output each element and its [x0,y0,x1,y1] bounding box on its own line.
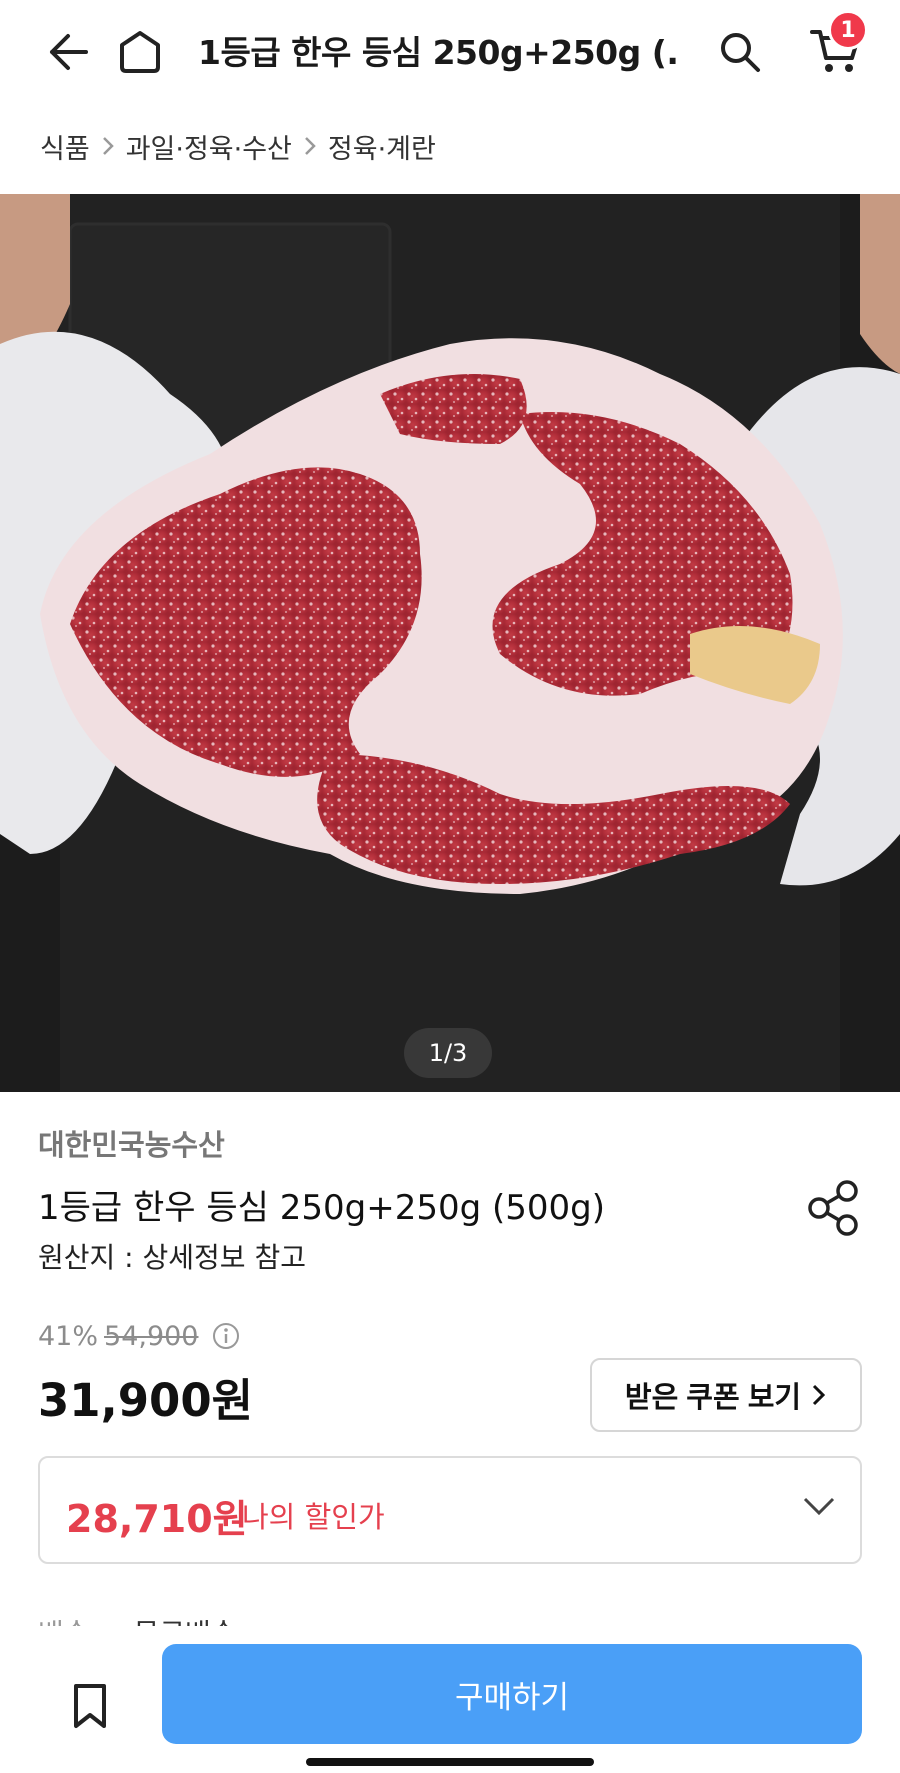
sale-price: 31,900원 [38,1374,254,1427]
page-title: 1등급 한우 등심 250g+250g (... [198,33,678,72]
origin-info: 원산지 : 상세정보 참고 [38,1241,306,1274]
discount-row: 41% 54,900 [38,1316,241,1356]
product-image-carousel[interactable] [0,194,900,1092]
bottom-action-bar: 구매하기 [0,1626,900,1773]
home-icon [120,31,160,73]
share-icon [808,1180,858,1236]
my-discount-price-label: 나의 할인가 [242,1500,385,1534]
home-indicator [306,1758,594,1766]
view-coupons-label: 받은 쿠폰 보기 [624,1382,802,1414]
search-icon [721,33,760,72]
product-name: 1등급 한우 등심 250g+250g (500g) [38,1188,605,1228]
original-price: 54,900 [104,1320,199,1352]
product-detail-page: 1등급 한우 등심 250g+250g (... 1 식품 과일·정육·수산 정… [0,0,900,1773]
chevron-right-icon [100,135,116,157]
breadcrumb-item-meat-eggs[interactable]: 정육·계란 [328,127,436,166]
my-discount-price: 28,710원 [66,1497,248,1541]
chevron-right-icon [302,135,318,157]
bookmark-icon [74,1684,106,1728]
share-button[interactable] [804,1176,864,1240]
chevron-down-icon [803,1497,835,1516]
discount-rate: 41% [38,1320,99,1352]
seller-name[interactable]: 대한민국농수산 [38,1122,225,1164]
search-button[interactable] [708,20,772,84]
bookmark-button[interactable] [58,1674,122,1738]
buy-button[interactable]: 구매하기 [162,1644,862,1744]
cart-count-badge: 1 [828,10,868,50]
back-button[interactable] [36,22,100,82]
home-button[interactable] [108,20,172,84]
breadcrumb-item-fruit-meat-seafood[interactable]: 과일·정육·수산 [126,127,292,166]
arrow-left-icon [50,34,88,70]
breadcrumb-item-food[interactable]: 식품 [40,127,90,166]
chevron-right-icon [813,1384,826,1406]
breadcrumb: 식품 과일·정육·수산 정육·계란 [40,122,436,170]
product-image [0,194,900,1092]
image-page-indicator: 1/3 [404,1028,492,1078]
top-app-bar: 1등급 한우 등심 250g+250g (... 1 [0,0,900,104]
view-coupons-button[interactable]: 받은 쿠폰 보기 [590,1358,862,1432]
info-icon[interactable] [211,1321,241,1351]
my-discount-price-box[interactable]: 28,710원 나의 할인가 [38,1456,862,1564]
